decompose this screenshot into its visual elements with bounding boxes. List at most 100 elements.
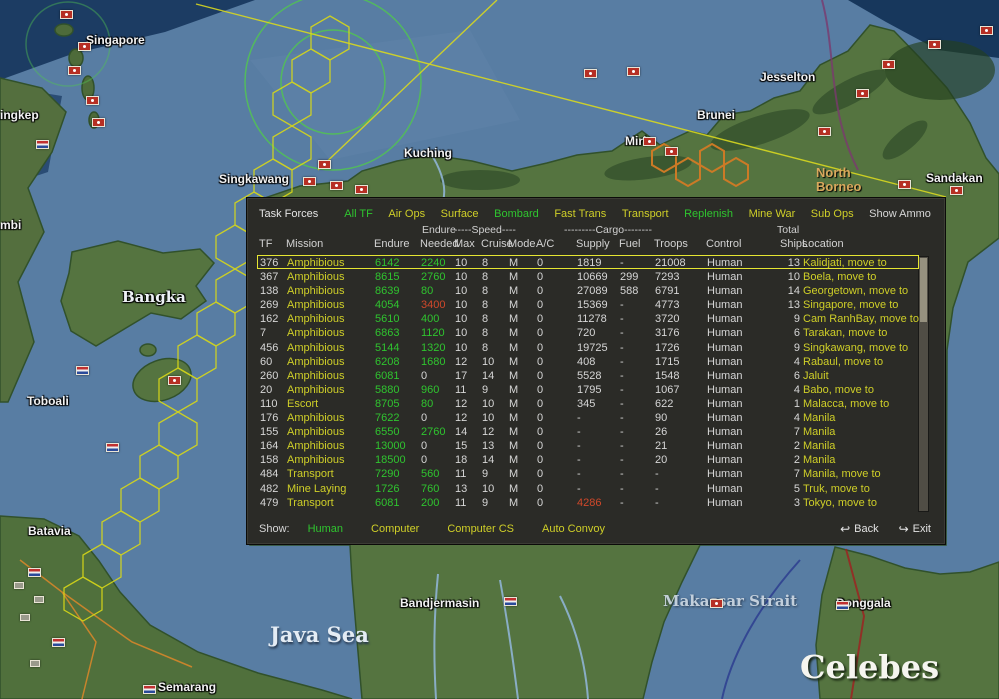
cell-tf: 155 bbox=[260, 426, 279, 439]
back-button[interactable]: ↩ Back bbox=[840, 522, 879, 536]
tf-row-155[interactable]: 155 Amphibious 6550 2760 14 12 M 0 - - 26 Human 7 Man… bbox=[257, 424, 919, 438]
tf-row-482[interactable]: 482 Mine Laying 1726 760 13 10 M 0 - - - Human 5 Truk… bbox=[257, 481, 919, 495]
cell-control: Human bbox=[707, 454, 743, 467]
col-header-needed[interactable]: Needed bbox=[420, 238, 459, 252]
game-map[interactable]: Singapore ingkep mbi Jesselton Brunei Miri Kuc… bbox=[0, 0, 999, 699]
col-header-mode[interactable]: Mode bbox=[508, 238, 536, 252]
cell-endure: 8615 bbox=[375, 271, 400, 284]
tf-row-479[interactable]: 479 Transport 6081 200 11 9 M 0 4286 - - Human 3 Toky… bbox=[257, 495, 919, 509]
tf-row-376[interactable]: 376 Amphibious 6142 2240 10 8 M 0 1819 - 21008 Huma… bbox=[257, 255, 919, 270]
cell-max: 11 bbox=[455, 496, 467, 509]
cell-max: 13 bbox=[455, 482, 468, 495]
panel-title: Task Forces bbox=[259, 207, 319, 220]
cell-endure: 5610 bbox=[375, 313, 400, 326]
scrollbar-thumb[interactable] bbox=[920, 258, 927, 322]
cell-max: 15 bbox=[455, 440, 468, 453]
col-header-endure[interactable]: Endure bbox=[374, 238, 420, 252]
filter-show-ammo[interactable]: Show Ammo bbox=[869, 208, 931, 220]
show-filter-auto-convoy[interactable]: Auto Convoy bbox=[542, 523, 605, 535]
cell-ships: 4 bbox=[793, 355, 800, 368]
tf-row-260[interactable]: 260 Amphibious 6081 0 17 14 M 0 5528 - 1548 Human 6 J… bbox=[257, 368, 919, 382]
cell-endure: 8705 bbox=[375, 397, 400, 410]
cell-cruise: 10 bbox=[482, 397, 495, 410]
col-header-fuel[interactable]: Fuel bbox=[619, 238, 654, 252]
cell-fuel: - bbox=[620, 440, 624, 453]
tf-row-269[interactable]: 269 Amphibious 4054 3400 10 8 M 0 15369- 4773 Huma… bbox=[257, 297, 919, 311]
cell-location: Tokyo, move to bbox=[803, 496, 877, 509]
tf-row-20[interactable]: 20 Amphibious 5880 960 11 9 M 0 1795 - 1067 Human 4 B… bbox=[257, 382, 919, 396]
tf-row-158[interactable]: 158 Amphibious 18500 0 18 14 M 0 - - 20 Human 2 Manil… bbox=[257, 452, 919, 466]
tf-row-162[interactable]: 162 Amphibious 5610 400 10 8 M 0 11278- 3720 Human… bbox=[257, 311, 919, 325]
cell-supply: - bbox=[577, 482, 581, 495]
col-header-cruise[interactable]: Cruise bbox=[481, 238, 513, 252]
col-header-max[interactable]: Max bbox=[454, 238, 481, 252]
col-header-a-c[interactable]: A/C bbox=[536, 238, 576, 252]
cell-mode: M bbox=[509, 468, 519, 481]
col-header-mission[interactable]: Mission bbox=[286, 238, 374, 252]
tf-row-60[interactable]: 60 Amphibious 6208 1680 12 10 M 0 408 - 1715 Human 4… bbox=[257, 354, 919, 368]
filter-replenish[interactable]: Replenish bbox=[684, 208, 733, 220]
cell-ac: 0 bbox=[537, 355, 544, 368]
tf-row-110[interactable]: 110 Escort 8705 80 12 10 M 0 345 - 622 Human 1 Malacc… bbox=[257, 396, 919, 410]
col-header-location[interactable]: Location bbox=[802, 238, 917, 252]
cell-troops: 4773 bbox=[655, 299, 680, 312]
tf-row-456[interactable]: 456 Amphibious 5144 1320 10 8 M 0 19725- 1726 Huma… bbox=[257, 340, 919, 354]
cell-supply: 720 bbox=[577, 327, 596, 340]
cell-ac: 0 bbox=[537, 327, 544, 340]
cell-max: 11 bbox=[455, 383, 467, 396]
cell-ships: 6 bbox=[793, 327, 800, 340]
show-filter-computer-cs[interactable]: Computer CS bbox=[447, 523, 514, 535]
cell-supply: 408 bbox=[577, 355, 596, 368]
cell-endure: 6142 bbox=[375, 257, 400, 269]
cell-control: Human bbox=[707, 285, 743, 298]
group-header-total: Total bbox=[777, 224, 800, 236]
col-header-supply[interactable]: Supply bbox=[576, 238, 619, 252]
filter-all-tf[interactable]: All TF bbox=[344, 208, 373, 220]
show-filter-computer[interactable]: Computer bbox=[371, 523, 419, 535]
filter-surface[interactable]: Surface bbox=[441, 208, 479, 220]
cell-needed: 0 bbox=[421, 369, 428, 382]
cell-cruise: 8 bbox=[482, 271, 489, 284]
filter-air-ops[interactable]: Air Ops bbox=[388, 208, 425, 220]
cell-mission: Amphibious bbox=[287, 257, 345, 269]
filter-sub-ops[interactable]: Sub Ops bbox=[811, 208, 854, 220]
filter-transport[interactable]: Transport bbox=[622, 208, 669, 220]
scrollbar[interactable] bbox=[918, 256, 929, 512]
col-header-troops[interactable]: Troops bbox=[654, 238, 706, 252]
cell-tf: 484 bbox=[260, 468, 279, 481]
tf-row-176[interactable]: 176 Amphibious 7622 0 12 10 M 0 - - 90 Human 4 Manila bbox=[257, 410, 919, 424]
cell-location: Manila, move to bbox=[803, 468, 881, 481]
cell-max: 11 bbox=[455, 468, 467, 481]
filter-fast-trans[interactable]: Fast Trans bbox=[554, 208, 606, 220]
col-header-tf[interactable]: TF bbox=[259, 238, 286, 252]
group-header-endure: Endure bbox=[422, 224, 456, 236]
cell-tf: 479 bbox=[260, 496, 279, 509]
filter-bombard[interactable]: Bombard bbox=[494, 208, 539, 220]
tf-row-367[interactable]: 367 Amphibious 8615 2760 10 8 M 0 10669 299 7293 Hu… bbox=[257, 269, 919, 283]
cell-max: 12 bbox=[455, 397, 468, 410]
tf-row-138[interactable]: 138 Amphibious 8639 80 10 8 M 0 27089 588 6791 Huma… bbox=[257, 283, 919, 297]
cell-tf: 20 bbox=[260, 383, 273, 396]
tf-row-7[interactable]: 7 Amphibious 6863 1120 10 8 M 0 720 - 3176 Human 6 Ta… bbox=[257, 325, 919, 339]
tf-row-164[interactable]: 164 Amphibious 13000 0 15 13 M 0 - - 21 Human 2 Manil… bbox=[257, 438, 919, 452]
col-header-ships[interactable]: Ships bbox=[780, 238, 808, 252]
cell-fuel: 588 bbox=[620, 285, 639, 298]
cell-supply: 1795 bbox=[577, 383, 602, 396]
filter-mine-war[interactable]: Mine War bbox=[749, 208, 796, 220]
panel-footer: Show: Human Computer Computer CS Auto Convo… bbox=[259, 521, 931, 537]
col-header-control[interactable]: Control bbox=[706, 238, 780, 252]
cell-mission: Amphibious bbox=[287, 327, 345, 340]
cell-ac: 0 bbox=[537, 369, 544, 382]
cell-ac: 0 bbox=[537, 383, 544, 396]
cell-location: Kalidjati, move to bbox=[803, 257, 887, 269]
exit-button[interactable]: ↪ Exit bbox=[899, 522, 931, 536]
cell-control: Human bbox=[707, 383, 743, 396]
cell-endure: 7290 bbox=[375, 468, 400, 481]
show-filter-human[interactable]: Human bbox=[308, 523, 343, 535]
cell-endure: 8639 bbox=[375, 285, 400, 298]
cell-fuel: - bbox=[620, 355, 624, 368]
cell-supply: 10669 bbox=[577, 271, 608, 284]
cell-location: Boela, move to bbox=[803, 271, 877, 284]
cell-troops: 21 bbox=[655, 440, 668, 453]
tf-row-484[interactable]: 484 Transport 7290 560 11 9 M 0 - - - Human 7 Manila,… bbox=[257, 466, 919, 480]
